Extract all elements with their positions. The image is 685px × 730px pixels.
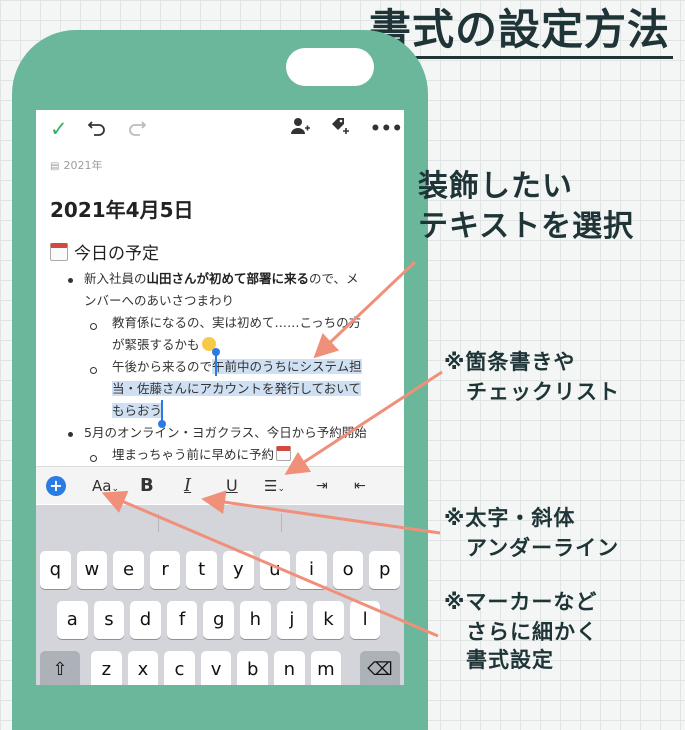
format-toolbar: + Aa⌄ B I U ☰⌄ ⇥ ⇤: [36, 466, 404, 504]
text-style-button[interactable]: Aa⌄: [92, 467, 119, 505]
selected-text[interactable]: もらおう: [112, 403, 163, 418]
annotation-marker-line2: さらに細かく: [466, 620, 598, 644]
person-add-icon[interactable]: [290, 116, 310, 136]
notebook-icon: ▤: [50, 161, 60, 172]
key-n[interactable]: n: [274, 651, 305, 685]
key-v[interactable]: v: [200, 651, 232, 685]
key-l[interactable]: l: [349, 601, 381, 639]
key-j[interactable]: j: [276, 601, 308, 639]
key-i[interactable]: i: [296, 551, 327, 589]
annotation-list-line1: ※箇条書きや: [444, 350, 576, 374]
calendar-icon: [50, 243, 68, 261]
bullet-dot: [68, 278, 73, 283]
list-item-bold-text: 山田さんが初めて部署に来る: [146, 271, 310, 286]
selected-text[interactable]: 午前中のうちにシステム担: [212, 359, 362, 374]
list-item[interactable]: 新入社員の山田さんが初めて部署に来るので、メ: [84, 268, 359, 290]
underline-button[interactable]: U: [226, 467, 238, 505]
italic-button[interactable]: I: [184, 467, 191, 505]
sub-list-item-text: が緊張するかも: [112, 337, 200, 352]
annotation-bold-line2: アンダーライン: [466, 536, 620, 560]
sub-list-item-continuation[interactable]: もらおう: [112, 400, 163, 422]
selected-text[interactable]: 当・佐藤さんにアカウントを発行しておいて: [112, 381, 361, 396]
selection-end-caret: [161, 400, 163, 422]
list-item[interactable]: 5月のオンライン・ヨガクラス、今日から予約開始: [84, 422, 367, 444]
text-style-label: Aa: [92, 477, 112, 495]
note-editor-screen: ✓ ••• ▤ 2021年 2021年4月5日 今日の予定 新入社員の山田さんが初…: [36, 110, 404, 685]
key-d[interactable]: d: [130, 601, 161, 639]
annotation-list-line2: チェックリスト: [466, 380, 620, 404]
outdent-icon[interactable]: ⇤: [354, 467, 366, 505]
sub-bullet-ring: [90, 323, 97, 330]
editor-toolbar: ✓ •••: [36, 110, 404, 150]
bulleted-list-icon: ☰: [264, 477, 278, 495]
key-e[interactable]: e: [113, 551, 144, 589]
annotation-bold-line1: ※太字・斜体: [444, 506, 576, 530]
key-w[interactable]: w: [76, 551, 108, 589]
sub-list-item[interactable]: 午後から来るので午前中のうちにシステム担: [112, 356, 362, 378]
key-u[interactable]: u: [259, 551, 291, 589]
section-heading-text: 今日の予定: [74, 244, 159, 264]
note-title[interactable]: 2021年4月5日: [50, 196, 194, 224]
key-t[interactable]: t: [186, 551, 217, 589]
onscreen-keyboard: q w e r t y u i o p a s d f g h j k l z x c v b n m ⇧ ⌫: [36, 505, 404, 685]
notebook-label[interactable]: ▤ 2021年: [50, 158, 102, 175]
key-h[interactable]: h: [240, 601, 271, 639]
chevron-down-icon: ⌄: [111, 484, 119, 494]
notebook-name: 2021年: [63, 159, 103, 172]
sub-list-item-text: 午後から来るので: [112, 359, 213, 374]
key-f[interactable]: f: [166, 601, 198, 639]
list-button[interactable]: ☰⌄: [264, 467, 285, 505]
annotation-select-line1: 装飾したい: [418, 169, 573, 204]
suggestion-divider: [158, 514, 159, 532]
bold-button[interactable]: B: [140, 467, 154, 505]
key-y[interactable]: y: [223, 551, 254, 589]
tag-add-icon[interactable]: [330, 116, 350, 136]
sub-list-item-text: 埋まっちゃう前に早めに予約: [112, 447, 275, 462]
calendar-icon: [276, 446, 292, 461]
sub-list-item-continuation[interactable]: 当・佐藤さんにアカウントを発行しておいて: [112, 378, 361, 400]
key-g[interactable]: g: [203, 601, 234, 639]
key-z[interactable]: z: [91, 651, 122, 685]
key-b[interactable]: b: [237, 651, 268, 685]
indent-icon[interactable]: ⇥: [316, 467, 328, 505]
selection-start-caret: [215, 354, 217, 376]
delete-key[interactable]: ⌫: [360, 651, 400, 685]
annotation-marker-line3: 書式設定: [466, 648, 554, 672]
key-c[interactable]: c: [164, 651, 195, 685]
key-p[interactable]: p: [369, 551, 400, 589]
check-icon[interactable]: ✓: [50, 116, 68, 142]
bullet-dot: [68, 432, 73, 437]
sub-bullet-ring: [90, 367, 97, 374]
key-a[interactable]: a: [57, 601, 88, 639]
list-item-text: ので、メ: [309, 271, 359, 286]
annotation-select-line2: テキストを選択: [418, 209, 635, 244]
key-q[interactable]: q: [40, 551, 71, 589]
list-item-continuation[interactable]: ンバーへのあいさつまわり: [84, 290, 234, 312]
section-heading[interactable]: 今日の予定: [50, 242, 159, 266]
suggestion-bar: [36, 505, 404, 541]
suggestion-divider: [281, 514, 282, 532]
sub-list-item-continuation[interactable]: が緊張するかも: [112, 334, 216, 356]
phone-notch: [286, 48, 374, 86]
plus-icon[interactable]: +: [46, 476, 66, 496]
list-item-text: 新入社員の: [84, 271, 147, 286]
key-x[interactable]: x: [127, 651, 159, 685]
key-m[interactable]: m: [310, 651, 342, 685]
sub-list-item[interactable]: 教育係になるの、実は初めて……こっちの方: [112, 312, 361, 334]
sub-list-item[interactable]: 埋まっちゃう前に早めに予約: [112, 444, 297, 466]
shift-key[interactable]: ⇧: [40, 651, 80, 685]
key-s[interactable]: s: [93, 601, 125, 639]
chevron-down-icon: ⌄: [277, 484, 285, 494]
redo-icon[interactable]: [128, 116, 146, 136]
annotation-marker-line1: ※マーカーなど: [444, 590, 598, 614]
key-o[interactable]: o: [332, 551, 364, 589]
undo-icon[interactable]: [88, 116, 106, 136]
sub-bullet-ring: [90, 455, 97, 462]
key-k[interactable]: k: [313, 601, 344, 639]
key-r[interactable]: r: [149, 551, 181, 589]
more-icon[interactable]: •••: [370, 116, 403, 142]
